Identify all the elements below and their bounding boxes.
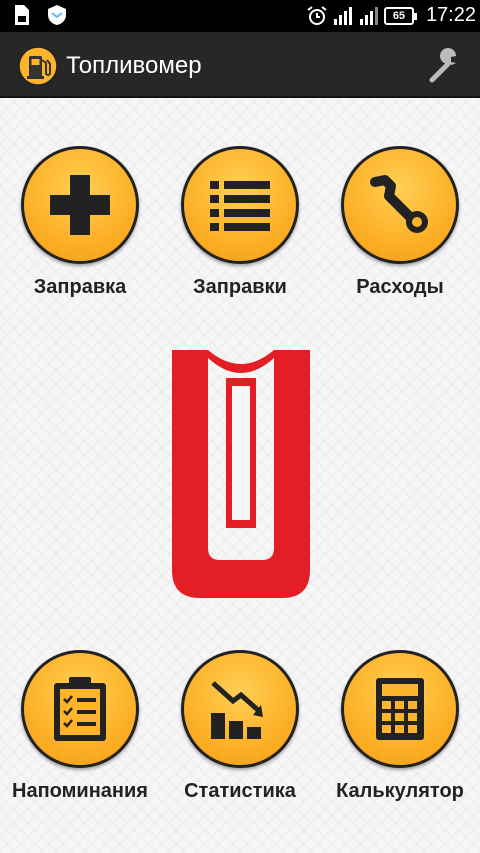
sd-card-icon	[12, 4, 32, 26]
battery-icon: 65	[383, 6, 417, 25]
refuel-label: Заправка	[33, 276, 127, 298]
alarm-icon	[306, 5, 327, 27]
statistics-button[interactable]: Статистика	[160, 650, 320, 803]
settings-wrench-icon[interactable]	[426, 48, 466, 84]
fuel-pump-icon[interactable]	[18, 46, 58, 86]
refuels-list-circle[interactable]	[181, 146, 299, 264]
refuel-circle[interactable]	[21, 146, 139, 264]
refuel-button[interactable]: Заправка	[0, 146, 160, 299]
expenses-label: Расходы	[356, 276, 444, 298]
expenses-button[interactable]: Расходы	[320, 146, 480, 299]
clock: 17:22	[425, 4, 476, 26]
statistics-label: Статистика	[184, 780, 296, 802]
signal-2-icon	[358, 5, 378, 27]
signal-icon	[332, 5, 352, 27]
statistics-circle[interactable]	[181, 650, 299, 768]
main-content: Заправка Заправки Расходы Напоминания Ст…	[0, 98, 480, 853]
calculator-circle[interactable]	[341, 650, 459, 768]
battery-level: 65	[392, 9, 406, 22]
expenses-circle[interactable]	[341, 146, 459, 264]
calculator-button[interactable]: Калькулятор	[320, 650, 480, 803]
shield-app-icon	[46, 4, 66, 26]
reminders-button[interactable]: Напоминания	[0, 650, 160, 803]
car-brand-logo	[170, 348, 312, 600]
refuels-list-button[interactable]: Заправки	[160, 146, 320, 299]
reminders-label: Напоминания	[12, 780, 148, 802]
reminders-circle[interactable]	[21, 650, 139, 768]
app-title: Топливомер	[66, 52, 202, 79]
refuels-list-label: Заправки	[193, 276, 287, 298]
action-bar: Топливомер	[0, 32, 480, 98]
calculator-label: Калькулятор	[336, 780, 464, 802]
status-bar: 65 17:22	[0, 0, 480, 32]
